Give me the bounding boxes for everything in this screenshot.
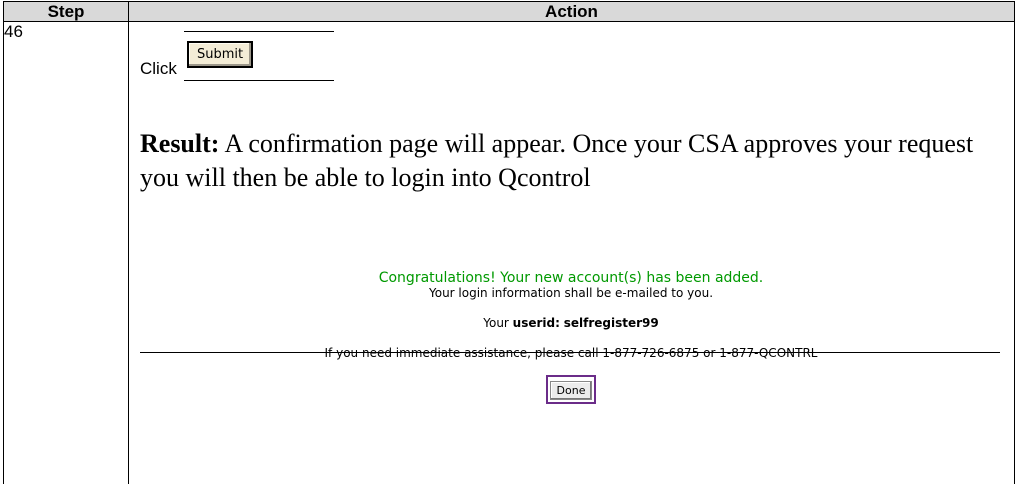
login-info-message: Your login information shall be e-mailed… xyxy=(428,286,714,300)
congrats-message: Congratulations! Your new account(s) has… xyxy=(378,270,764,286)
action-column-header: Action xyxy=(128,1,1015,22)
userid-label: userid: xyxy=(512,316,560,330)
table-header-row: Step Action xyxy=(3,1,1015,22)
submit-image-bottom-border xyxy=(184,80,334,81)
result-paragraph: Result: A confirmation page will appear.… xyxy=(140,127,1000,195)
help-message: If you need immediate assistance, please… xyxy=(324,346,818,360)
step-number: 46 xyxy=(3,21,129,484)
userid-line: Your userid: selfregister99 xyxy=(140,316,1002,331)
confirmation-screenshot: Congratulations! Your new account(s) has… xyxy=(140,270,1002,404)
done-button[interactable]: Done xyxy=(549,381,593,400)
result-text: A confirmation page will appear. Once yo… xyxy=(140,129,974,192)
userid-prefix: Your xyxy=(483,316,513,330)
click-word: Click xyxy=(140,59,177,78)
step-column-header: Step xyxy=(3,1,129,22)
procedure-table: Step Action 46 Click Submit Result: A co… xyxy=(3,1,1015,484)
table-row: 46 Click Submit Result: A confirmation p… xyxy=(3,21,1015,484)
click-instruction: Click Submit xyxy=(140,31,460,81)
result-label: Result: xyxy=(140,129,220,158)
done-button-highlight: Done xyxy=(545,375,597,404)
action-cell: Click Submit Result: A confirmation page… xyxy=(128,21,1015,484)
userid-value: selfregister99 xyxy=(563,316,659,330)
separator-line xyxy=(140,352,1000,353)
submit-button[interactable]: Submit xyxy=(187,41,254,68)
submit-image-top-border xyxy=(184,31,334,32)
